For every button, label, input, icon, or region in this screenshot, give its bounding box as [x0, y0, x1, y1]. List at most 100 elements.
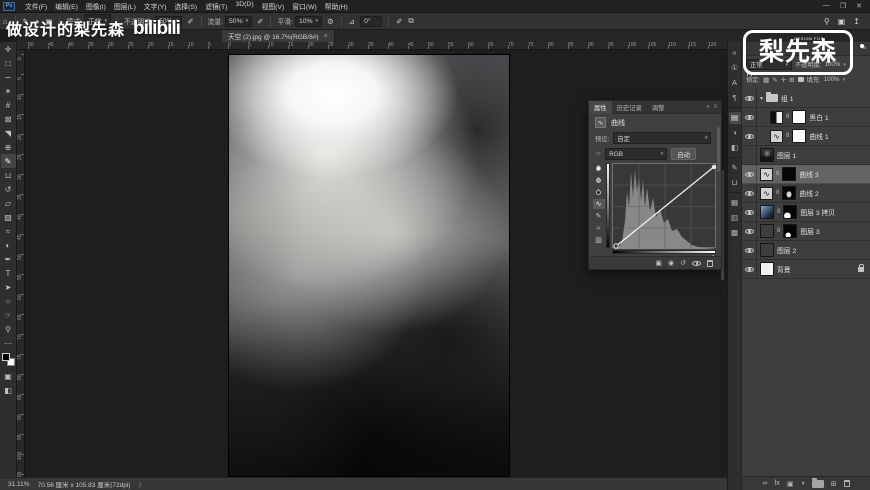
menu-item[interactable]: 窗口(W): [288, 1, 321, 11]
home-icon[interactable]: ⌂: [0, 17, 11, 26]
link-layers-icon[interactable]: ∞: [762, 480, 767, 487]
quick-mask-icon[interactable]: ▣: [1, 369, 16, 383]
fill-value[interactable]: 100%: [824, 76, 840, 83]
layer-mask-thumbnail[interactable]: [792, 110, 806, 124]
lock-option-icon[interactable]: ✎: [772, 76, 777, 84]
delete-layer-icon[interactable]: [844, 480, 850, 487]
opacity-select[interactable]: 50%▾: [155, 16, 182, 27]
smudge-tool[interactable]: ≈: [1, 224, 16, 238]
tab-adjustments[interactable]: 调整: [647, 101, 670, 114]
edit-points-icon[interactable]: ∿: [593, 199, 605, 209]
visibility-toggle[interactable]: [742, 127, 757, 145]
patterns-panel-icon[interactable]: ▥: [729, 212, 741, 224]
photoshop-logo-icon[interactable]: Ps: [3, 2, 15, 11]
healing-brush-tool[interactable]: ⊕: [1, 140, 16, 154]
layer-mask-thumbnail[interactable]: [782, 186, 796, 200]
visibility-toggle[interactable]: [742, 241, 757, 259]
new-layer-icon[interactable]: ⊞: [831, 480, 837, 488]
brush-tool[interactable]: ✎: [1, 154, 16, 168]
swatches-panel-icon[interactable]: ▦: [729, 197, 741, 209]
airbrush-icon[interactable]: ✐: [254, 17, 266, 26]
tab-close-icon[interactable]: ×: [324, 33, 328, 40]
layer-style-icon[interactable]: fx: [774, 480, 779, 487]
clone-stamp-tool[interactable]: ⊔: [1, 168, 16, 182]
foreground-color-swatch[interactable]: [2, 353, 10, 361]
type-tool[interactable]: T: [1, 266, 16, 280]
crop-tool[interactable]: #: [1, 98, 16, 112]
layer-row[interactable]: 图层 2: [742, 241, 870, 260]
draw-curve-icon[interactable]: ✎: [593, 211, 605, 221]
fill-caret-icon[interactable]: ▾: [843, 77, 846, 83]
adjustments-panel-icon[interactable]: ◑: [729, 127, 741, 139]
layer-row[interactable]: ▾组 1: [742, 89, 870, 108]
layer-row[interactable]: 8图层 3 拷贝: [742, 203, 870, 222]
layer-row[interactable]: 背景: [742, 260, 870, 279]
visibility-toggle[interactable]: [742, 260, 757, 278]
layer-row[interactable]: ∿8曲线 3: [742, 165, 870, 184]
flow-select[interactable]: 50%▾: [225, 16, 252, 27]
layer-mask-thumbnail[interactable]: [782, 167, 796, 181]
dodge-tool[interactable]: ◐: [1, 238, 16, 252]
paragraph-panel-icon[interactable]: ¶: [729, 92, 741, 104]
info-panel-icon[interactable]: ①: [729, 62, 741, 74]
preset-select[interactable]: 自定▾: [613, 132, 711, 144]
clip-to-layer-icon[interactable]: ▣: [655, 259, 662, 267]
channel-select[interactable]: RGB▾: [605, 148, 667, 160]
menu-item[interactable]: 选择(S): [171, 1, 202, 11]
layer-row[interactable]: 8图层 3: [742, 222, 870, 241]
curve-options-icon[interactable]: ▥: [593, 235, 605, 245]
targeted-adjustment-icon[interactable]: ☞: [595, 150, 601, 158]
layer-mask-thumbnail[interactable]: [792, 129, 806, 143]
collapse-dock-icon[interactable]: «: [729, 47, 741, 59]
blend-mode-select[interactable]: 正常▾: [84, 14, 111, 28]
white-point-eyedropper[interactable]: [593, 163, 605, 173]
document-tab[interactable]: 天空 (2).jpg @ 16.7%(RGB/8#) ×: [222, 30, 335, 42]
layer-row[interactable]: ∿8曲线 1: [742, 127, 870, 146]
frame-tool[interactable]: ⊠: [1, 112, 16, 126]
layer-mask-thumbnail[interactable]: [783, 224, 797, 238]
delete-adjustment-icon[interactable]: [707, 260, 713, 267]
libraries-panel-icon[interactable]: ▩: [729, 227, 741, 239]
panel-menu-icon[interactable]: ≡: [713, 104, 717, 110]
magic-wand-tool[interactable]: ✶: [1, 84, 16, 98]
menu-item[interactable]: 帮助(H): [321, 1, 352, 11]
smoothing-gear-icon[interactable]: ⚙: [324, 17, 337, 26]
layer-row[interactable]: 8黑白 1: [742, 108, 870, 127]
opacity-pressure-icon[interactable]: ✐: [184, 17, 196, 26]
lasso-tool[interactable]: ∽: [1, 70, 16, 84]
tab-properties[interactable]: 属性: [589, 101, 612, 114]
menu-item[interactable]: 视图(V): [258, 1, 289, 11]
opacity-caret-icon[interactable]: ▾: [843, 62, 846, 68]
character-panel-icon[interactable]: A: [729, 77, 741, 89]
collapse-panel-icon[interactable]: «: [706, 104, 709, 110]
gradients-panel-icon[interactable]: ◧: [729, 142, 741, 154]
layer-mask-thumbnail[interactable]: [783, 205, 797, 219]
close-button[interactable]: ✕: [856, 2, 862, 10]
layer-blend-mode-select[interactable]: 正常▾: [746, 59, 792, 70]
visibility-toggle[interactable]: [742, 222, 757, 240]
gradient-tool[interactable]: ▨: [1, 210, 16, 224]
status-options-chevron[interactable]: 〉: [138, 479, 145, 489]
toggle-brush-panel-icon[interactable]: ▣: [42, 17, 55, 26]
canvas-image[interactable]: [228, 54, 510, 477]
zoom-level-field[interactable]: 31.11%: [8, 481, 30, 488]
reset-icon[interactable]: ↺: [680, 259, 686, 267]
lock-all-icon[interactable]: [798, 77, 804, 82]
path-select-tool[interactable]: ➤: [1, 280, 16, 294]
visibility-toggle[interactable]: [742, 165, 757, 183]
eyedropper-tool[interactable]: ◥: [1, 126, 16, 140]
share-icon[interactable]: ↥: [853, 17, 860, 26]
menu-item[interactable]: 文字(Y): [140, 1, 171, 11]
history-brush-tool[interactable]: ↺: [1, 182, 16, 196]
screen-mode-icon[interactable]: ◧: [1, 383, 16, 397]
eraser-tool[interactable]: ▱: [1, 196, 16, 210]
visibility-toggle[interactable]: [742, 89, 757, 107]
minimize-button[interactable]: —: [823, 2, 830, 10]
marquee-tool[interactable]: □: [1, 56, 16, 70]
tab-history[interactable]: 历史记录: [612, 101, 647, 114]
brush-settings-panel-icon[interactable]: ✎: [729, 162, 741, 174]
edit-toolbar-button[interactable]: ⋯: [1, 336, 16, 350]
clone-source-panel-icon[interactable]: ⊔: [729, 177, 741, 189]
menu-item[interactable]: 3D(D): [231, 1, 257, 11]
visibility-toggle[interactable]: [742, 146, 757, 164]
